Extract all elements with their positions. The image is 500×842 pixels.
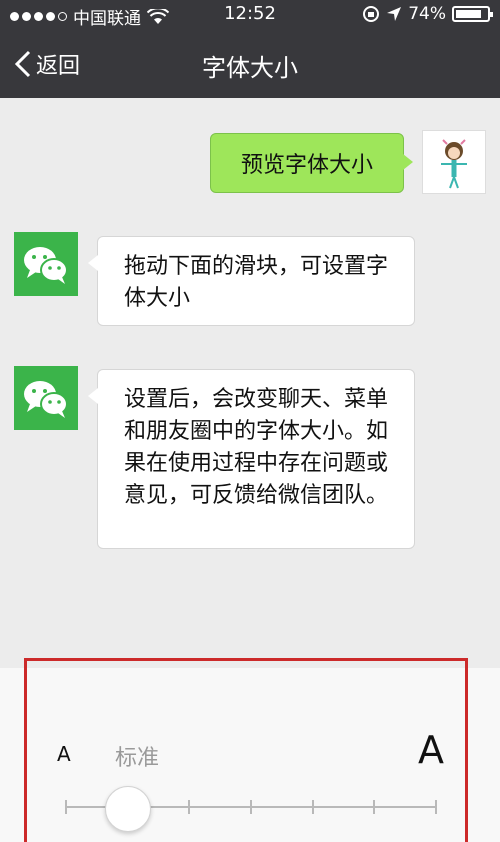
wechat-logo-icon	[24, 247, 68, 284]
current-size-label: 标准	[115, 746, 160, 771]
message-bubble-slider-hint: 拖动下面的滑块，可设置字体大小	[88, 236, 415, 326]
wechat-team-avatar	[14, 366, 78, 430]
status-right: 74%	[362, 4, 493, 24]
status-bar: 中国联通 12:52 74%	[0, 0, 500, 30]
highlight-frame	[24, 658, 468, 842]
slider-tick	[250, 800, 252, 814]
preview-message-bubble: 预览字体大小	[210, 133, 413, 193]
slider-tick	[188, 800, 191, 814]
top-bar: 中国联通 12:52 74% 返回 字体大小	[0, 0, 500, 98]
wechat-logo-icon	[24, 381, 68, 418]
slider-tick	[373, 800, 376, 814]
user-avatar	[422, 130, 486, 194]
battery-percent: 74%	[408, 4, 446, 24]
font-size-slider-knob[interactable]	[104, 786, 151, 832]
large-font-label: A	[418, 728, 444, 772]
slider-tick	[65, 800, 67, 814]
wechat-team-avatar	[14, 232, 78, 296]
slider-tick	[311, 800, 314, 814]
small-font-label: A	[57, 742, 71, 766]
slider-tick	[435, 800, 437, 814]
rotation-lock-icon	[363, 6, 380, 22]
battery-icon	[452, 6, 493, 22]
message-bubble-settings-info: 设置后，会改变聊天、菜单和朋友圈中的字体大小。如果在使用过程中存在问题或意见，可…	[88, 369, 415, 549]
page-title: 字体大小	[202, 54, 298, 82]
location-arrow-icon	[387, 7, 402, 21]
nav-bar: 返回 字体大小	[0, 30, 500, 98]
